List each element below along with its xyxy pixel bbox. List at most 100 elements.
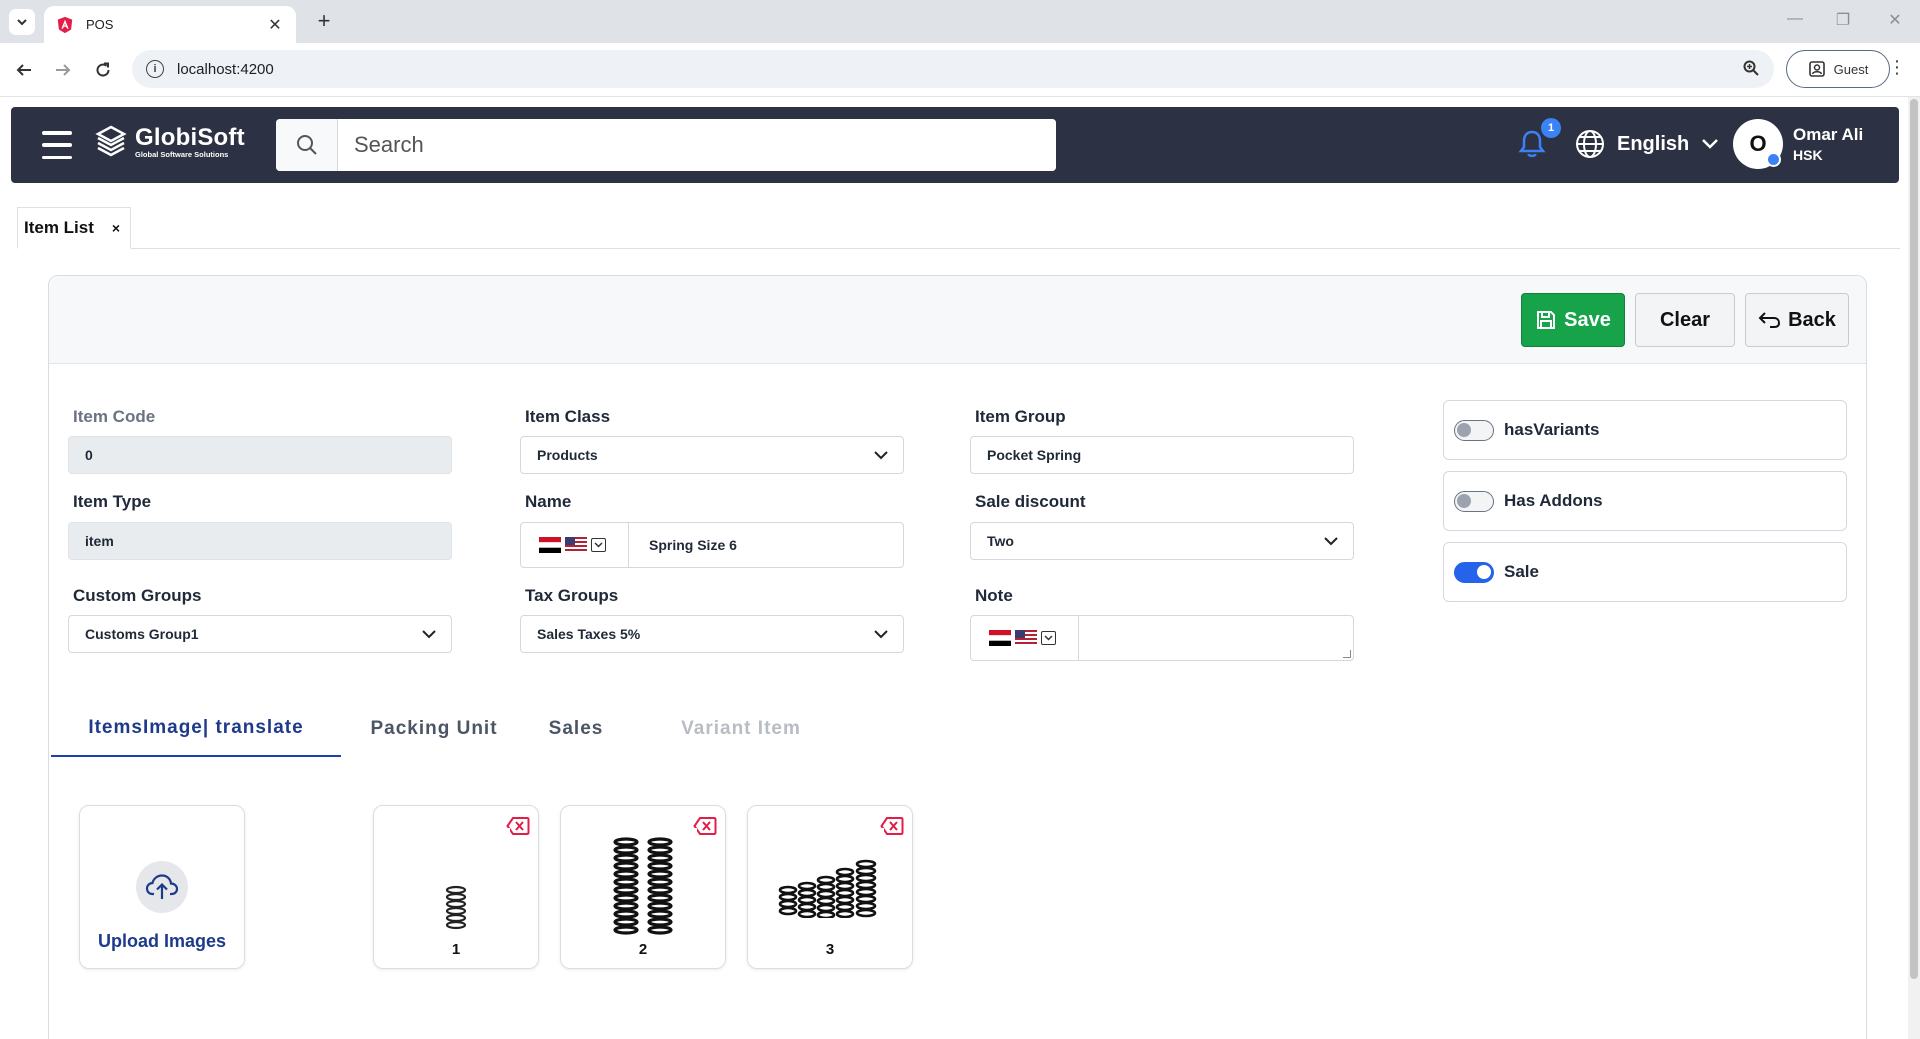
item-class-label: Item Class xyxy=(525,407,611,426)
avatar: O xyxy=(1733,119,1783,169)
sale-discount-select[interactable]: Two xyxy=(970,522,1354,560)
name-label: Name xyxy=(525,492,572,511)
egypt-flag-icon xyxy=(539,537,561,553)
close-icon[interactable]: ✕ xyxy=(266,15,284,35)
user-company: HSK xyxy=(1793,147,1823,163)
browser-tabstrip: POS ✕ + — ❐ ✕ xyxy=(0,0,1920,43)
cube-logo-icon xyxy=(95,125,127,157)
page-tabs: Item List × xyxy=(17,207,1900,249)
item-code-field: 0 xyxy=(68,436,452,474)
name-field[interactable]: Spring Size 6 xyxy=(520,522,904,568)
sale-toggle-box[interactable]: Sale xyxy=(1443,542,1847,602)
us-flag-icon xyxy=(1015,630,1037,646)
clear-label: Clear xyxy=(1659,308,1711,331)
has-addons-switch[interactable] xyxy=(1454,490,1494,512)
tab-packing-unit[interactable]: Packing Unit xyxy=(359,701,509,757)
language-selector[interactable]: English xyxy=(1575,129,1719,159)
custom-groups-select[interactable]: Customs Group1 xyxy=(68,615,452,653)
reload-icon[interactable] xyxy=(89,56,117,84)
language-flag-selector[interactable] xyxy=(971,616,1079,660)
custom-groups-value: Customs Group1 xyxy=(85,626,199,642)
tab-variant-item: Variant Item xyxy=(681,718,801,739)
scrollbar-thumb[interactable] xyxy=(1910,99,1918,979)
forward-arrow-icon[interactable] xyxy=(49,56,77,84)
close-tab-icon[interactable]: × xyxy=(112,220,120,236)
image-number: 2 xyxy=(638,941,648,958)
profile-icon xyxy=(1808,61,1825,77)
url-text: localhost:4200 xyxy=(177,60,274,78)
item-type-field: item xyxy=(68,522,452,560)
egypt-flag-icon xyxy=(989,630,1011,646)
tab-items-image[interactable]: ItemsImage| translate xyxy=(51,701,341,757)
online-status-dot xyxy=(1766,152,1781,167)
has-variants-switch[interactable] xyxy=(1454,419,1494,441)
tax-groups-select[interactable]: Sales Taxes 5% xyxy=(520,615,904,653)
sale-discount-label: Sale discount xyxy=(975,492,1086,511)
zoom-icon[interactable] xyxy=(1742,59,1760,77)
resize-handle-icon[interactable] xyxy=(1343,650,1351,658)
tab-item-list-label: Item List xyxy=(24,218,94,237)
search-icon[interactable] xyxy=(276,119,338,171)
back-button[interactable]: Back xyxy=(1745,293,1849,347)
item-image xyxy=(402,828,510,948)
image-number: 3 xyxy=(825,941,835,958)
upload-images-label: Upload Images xyxy=(97,931,227,951)
item-class-select[interactable]: Products xyxy=(520,436,904,474)
browser-tab-pos[interactable]: POS ✕ xyxy=(44,6,296,43)
address-bar-row: i localhost:4200 Guest ⋮ xyxy=(0,43,1920,97)
item-type-label: Item Type xyxy=(73,492,152,511)
browser-tab-title: POS xyxy=(86,17,114,32)
name-value: Spring Size 6 xyxy=(649,537,737,553)
chevron-down-icon xyxy=(1041,631,1056,645)
notification-badge: 1 xyxy=(1541,118,1561,138)
page-scrollbar[interactable] xyxy=(1908,97,1920,1039)
brand-logo[interactable]: GlobiSoft Global Software Solutions xyxy=(95,125,245,161)
item-code-label: Item Code xyxy=(73,407,156,426)
tab-item-list[interactable]: Item List × xyxy=(17,207,131,249)
url-bar[interactable]: i localhost:4200 xyxy=(132,50,1774,88)
site-info-icon[interactable]: i xyxy=(146,60,164,78)
image-card: 2 xyxy=(560,805,726,969)
language-flag-selector[interactable] xyxy=(521,523,629,567)
item-code-value: 0 xyxy=(85,447,93,463)
user-name: Omar Ali xyxy=(1793,125,1864,144)
sale-discount-value: Two xyxy=(987,533,1014,549)
app-header: GlobiSoft Global Software Solutions 1 En… xyxy=(11,107,1899,183)
tab-sales[interactable]: Sales xyxy=(521,701,631,757)
chevron-down-icon xyxy=(422,630,436,639)
item-group-field[interactable]: Pocket Spring xyxy=(970,436,1354,474)
tab-search-button[interactable] xyxy=(9,9,35,35)
hamburger-menu-icon[interactable] xyxy=(42,131,72,159)
save-button[interactable]: Save xyxy=(1521,293,1625,347)
form-toolbar: Save Clear Back xyxy=(49,276,1866,364)
has-variants-toggle-box[interactable]: hasVariants xyxy=(1443,400,1847,460)
clear-button[interactable]: Clear xyxy=(1635,293,1735,347)
note-label: Note xyxy=(975,586,1013,605)
upload-images-button[interactable]: Upload Images xyxy=(79,805,245,969)
back-arrow-icon[interactable] xyxy=(10,56,38,84)
item-image xyxy=(776,828,884,948)
has-addons-toggle-box[interactable]: Has Addons xyxy=(1443,471,1847,531)
undo-arrow-icon xyxy=(1758,312,1781,328)
browser-menu-icon[interactable]: ⋮ xyxy=(1888,57,1906,78)
restore-icon[interactable]: ❐ xyxy=(1828,10,1858,30)
chevron-down-icon xyxy=(1324,537,1338,546)
floppy-disk-icon xyxy=(1537,311,1556,329)
globe-icon xyxy=(1576,130,1604,158)
minimize-icon[interactable]: — xyxy=(1780,10,1810,28)
new-tab-plus-icon[interactable]: + xyxy=(311,8,337,34)
search-input[interactable] xyxy=(338,119,1056,171)
language-label: English xyxy=(1617,132,1690,155)
item-image xyxy=(589,828,697,948)
angular-icon xyxy=(57,16,73,33)
cloud-upload-icon xyxy=(136,861,188,913)
item-type-value: item xyxy=(85,533,114,549)
item-form-card: Save Clear Back Item Code 0 Item Type it… xyxy=(48,275,1867,1039)
user-menu[interactable]: O Omar Ali HSK xyxy=(1733,119,1863,169)
image-card: 1 xyxy=(373,805,539,969)
sale-switch[interactable] xyxy=(1454,561,1494,583)
has-addons-label: Has Addons xyxy=(1504,491,1603,510)
window-close-icon[interactable]: ✕ xyxy=(1880,10,1910,30)
profile-guest-button[interactable]: Guest xyxy=(1786,50,1890,88)
note-field[interactable] xyxy=(970,615,1354,661)
